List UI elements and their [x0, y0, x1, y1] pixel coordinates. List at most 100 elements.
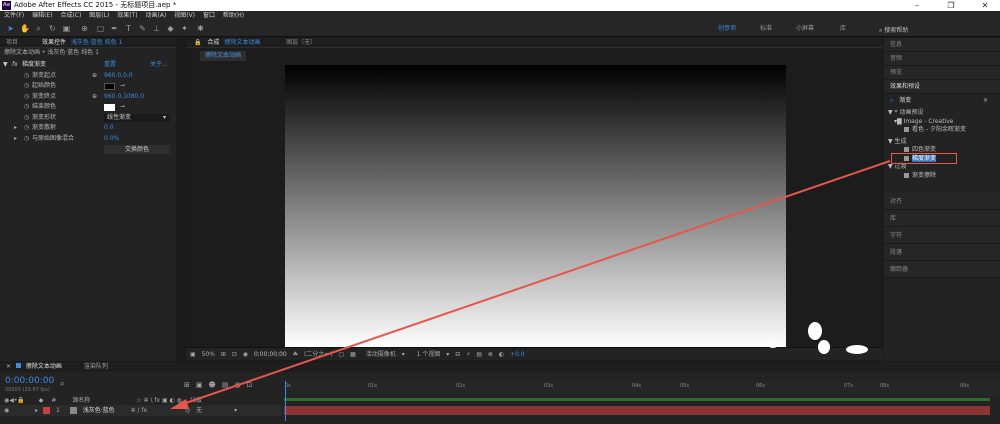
camera-tool-icon[interactable]: ▣: [62, 24, 71, 33]
clone-stamp-tool-icon[interactable]: ⊥: [152, 24, 161, 33]
camera-dropdown[interactable]: 活动摄像机: [366, 348, 396, 361]
expand-arrow-icon[interactable]: ▼: [3, 60, 8, 71]
property-row[interactable]: ◷ 起始颜色 ⇀: [0, 81, 176, 92]
eye-icon[interactable]: ◉: [4, 407, 9, 414]
layer-row[interactable]: ◉ ▸ 1 浅灰色·蓝色 ✲ / fx ◎ 无 ▾: [0, 405, 282, 416]
menu-window[interactable]: 窗口: [203, 11, 215, 21]
tree-item[interactable]: 看色 - 夕阳余晖渐变: [884, 126, 1000, 135]
property-value[interactable]: 0.0%: [104, 134, 119, 145]
color-swatch[interactable]: [104, 83, 115, 90]
menu-animation[interactable]: 动画(A): [146, 11, 167, 21]
always-preview-icon[interactable]: ▣: [190, 348, 196, 361]
zoom-tool-icon[interactable]: ⌕: [34, 24, 43, 33]
property-value[interactable]: 960.0,1080.0: [104, 92, 144, 103]
workspace-library[interactable]: 库: [840, 25, 846, 33]
panel-audio[interactable]: 音频: [884, 52, 1000, 66]
stopwatch-icon[interactable]: ◷: [24, 134, 29, 145]
layer-label-color[interactable]: [43, 407, 51, 414]
minimize-icon[interactable]: –: [906, 0, 928, 11]
snapshot-icon[interactable]: ◉: [243, 348, 248, 361]
menu-composition[interactable]: 合成(C): [60, 11, 81, 21]
draft-3d-icon[interactable]: ▣: [196, 381, 209, 389]
tree-folder[interactable]: ▼ 生成: [884, 138, 1000, 147]
panel-effects-presets[interactable]: 效果和预设: [884, 80, 1000, 94]
swap-colors-button[interactable]: 交换颜色: [104, 145, 170, 154]
stopwatch-icon[interactable]: ◷: [24, 92, 29, 103]
safe-zones-icon[interactable]: ⊞: [221, 348, 226, 361]
effect-header-row[interactable]: ▼ fx 梯度渐变 重置 关于...: [0, 60, 176, 71]
rotate-tool-icon[interactable]: ↻: [48, 24, 57, 33]
search-icon[interactable]: ⌕: [60, 379, 64, 389]
workspace-standard[interactable]: 标准: [760, 25, 772, 33]
property-row[interactable]: ◷ 渐变形状 线性渐变 ▾: [0, 113, 176, 124]
close-icon[interactable]: ✕: [974, 0, 996, 11]
rectangle-tool-icon[interactable]: ▢: [96, 24, 105, 33]
exposure-icon[interactable]: ◐: [499, 348, 504, 361]
fx-badge-icon[interactable]: fx: [12, 60, 18, 71]
timeline-icon[interactable]: ▤: [476, 348, 482, 361]
property-row[interactable]: ▸ ◷ 与原始图像混合 0.0%: [0, 134, 176, 145]
panel-library[interactable]: 库: [884, 210, 1000, 227]
panel-paragraph[interactable]: 段落: [884, 244, 1000, 261]
stopwatch-icon[interactable]: ◷: [24, 123, 29, 134]
property-value[interactable]: 0.0: [104, 123, 114, 134]
menu-help[interactable]: 帮助(H): [223, 11, 244, 21]
expand-arrow-icon[interactable]: ▼: [888, 138, 893, 145]
playhead[interactable]: [285, 381, 286, 421]
menu-edit[interactable]: 编辑(E): [32, 11, 52, 21]
eyedropper-icon[interactable]: ⇀: [120, 81, 125, 92]
expand-arrow-icon[interactable]: ▼: [888, 109, 893, 116]
col-parent[interactable]: 父级: [190, 397, 202, 404]
hand-tool-icon[interactable]: ✋: [20, 24, 30, 33]
composition-canvas[interactable]: [285, 65, 786, 347]
tab-layer[interactable]: 图层（无）: [286, 39, 316, 46]
parent-value[interactable]: 无: [196, 407, 202, 414]
comp-timecode[interactable]: 0;00;00;00: [254, 348, 287, 361]
property-row[interactable]: ▸ ◷ 渐变散射 0.0: [0, 123, 176, 134]
point-control-icon[interactable]: ⊕: [92, 92, 97, 103]
tab-composition-name[interactable]: 擦除文本动画: [224, 39, 260, 46]
type-tool-icon[interactable]: T: [124, 24, 133, 33]
menu-layer[interactable]: 图层(L): [89, 11, 109, 21]
tree-folder[interactable]: ▾▇ Image - Creative: [884, 118, 1000, 127]
menu-effect[interactable]: 效果(T): [117, 11, 137, 21]
point-control-icon[interactable]: ⊕: [92, 71, 97, 82]
pan-behind-tool-icon[interactable]: ⊕: [80, 24, 89, 33]
grid-icon[interactable]: ⊡: [232, 348, 237, 361]
gradient-shape-dropdown[interactable]: 线性渐变 ▾: [104, 113, 170, 122]
flowchart-icon[interactable]: ⊗: [488, 348, 493, 361]
tab-timeline-comp[interactable]: 擦除文本动画: [26, 363, 62, 370]
expand-arrow-icon[interactable]: ▸: [14, 123, 17, 134]
workspace-small-screen[interactable]: 小屏幕: [796, 25, 814, 33]
menu-view[interactable]: 视图(V): [174, 11, 195, 21]
zoom-dropdown[interactable]: 50%: [202, 348, 215, 361]
graph-editor-icon[interactable]: ⊡: [247, 381, 259, 389]
property-value[interactable]: 960.0,0.0: [104, 71, 133, 82]
roi-icon[interactable]: ▢: [339, 348, 345, 361]
tab-composition[interactable]: 合成: [207, 39, 219, 46]
color-swatch[interactable]: [104, 104, 115, 111]
chevron-down-icon[interactable]: ▾: [234, 407, 237, 414]
timeline-timecode[interactable]: 0:00:00:00: [5, 376, 54, 386]
tree-folder[interactable]: ▼ 过渡: [884, 163, 1000, 172]
stopwatch-icon[interactable]: ◷: [24, 71, 29, 82]
comp-flowchart-tab[interactable]: 擦除文本动画: [200, 51, 247, 61]
property-row[interactable]: ◷ 结束颜色 ⇀: [0, 102, 176, 113]
time-ruler[interactable]: [284, 381, 1000, 395]
tab-effect-controls[interactable]: 效果控件: [42, 39, 66, 46]
work-area-bar[interactable]: [284, 398, 990, 401]
brush-tool-icon[interactable]: ✎: [138, 24, 147, 33]
property-row[interactable]: ◷ 渐变起点 ⊕ 960.0,0.0: [0, 71, 176, 82]
comp-mini-flowchart-icon[interactable]: ⊞: [184, 381, 196, 389]
tree-folder[interactable]: ▼ * 动画预设: [884, 109, 1000, 118]
fast-preview-icon[interactable]: ⚡: [466, 348, 470, 361]
eyedropper-icon[interactable]: ⇀: [120, 102, 125, 113]
stopwatch-icon[interactable]: ◷: [24, 113, 29, 124]
effect-about-link[interactable]: 关于...: [150, 60, 168, 71]
panel-info[interactable]: 信息: [884, 38, 1000, 52]
roto-brush-tool-icon[interactable]: ✦: [180, 24, 189, 33]
pixel-aspect-icon[interactable]: ⊟: [455, 348, 460, 361]
transparency-grid-icon[interactable]: ▦: [350, 348, 356, 361]
panel-tracker[interactable]: 跟踪器: [884, 261, 1000, 278]
eraser-tool-icon[interactable]: ◆: [166, 24, 175, 33]
